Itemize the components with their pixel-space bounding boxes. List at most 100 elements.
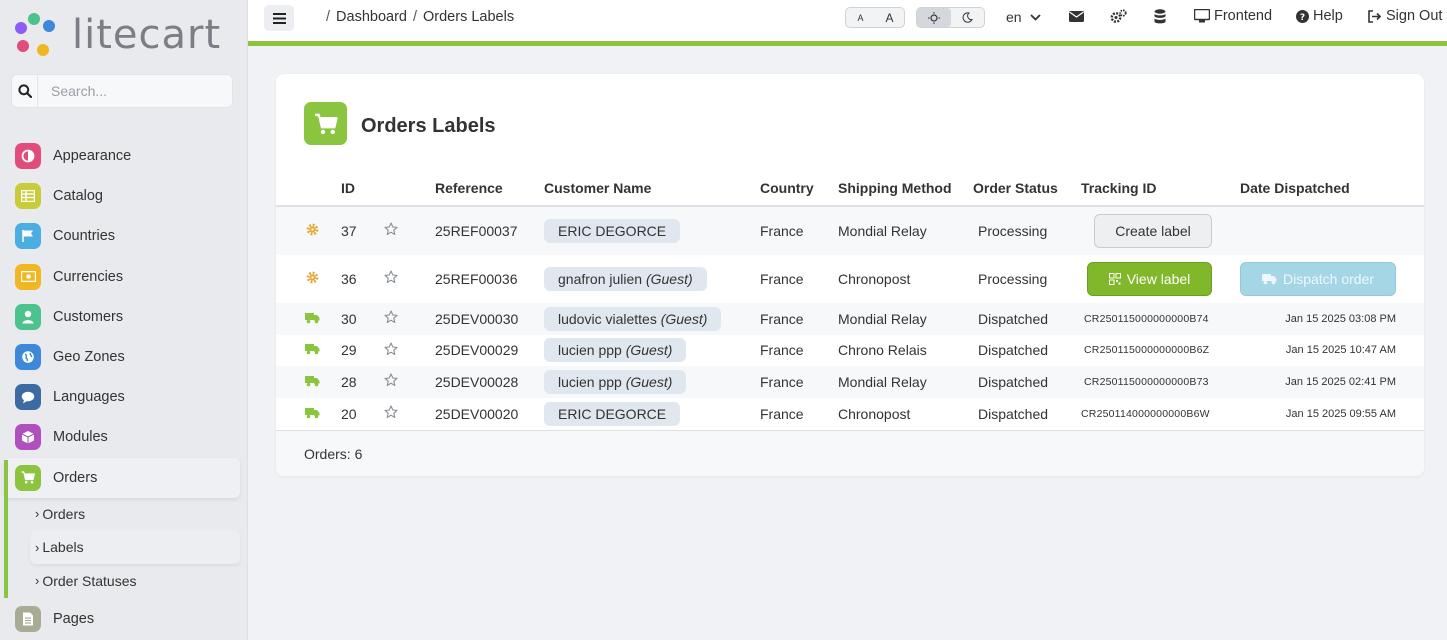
sign-out-link[interactable]: Sign Out bbox=[1368, 8, 1442, 24]
gear-icon bbox=[306, 271, 319, 284]
sidebar-item-appearance[interactable]: Appearance bbox=[0, 136, 248, 176]
sidebar-item-orders[interactable]: Orders bbox=[4, 457, 240, 498]
sidebar-item-currencies[interactable]: Currencies bbox=[0, 257, 248, 297]
catalog-icon bbox=[15, 183, 41, 210]
order-reference: 25REF00036 bbox=[435, 270, 518, 287]
money-icon bbox=[15, 263, 41, 290]
customer-name[interactable]: ludovic vialettes (Guest) bbox=[544, 306, 722, 331]
date-dispatched: Jan 15 2025 03:08 PM bbox=[1240, 303, 1424, 335]
chevron-right-icon: › bbox=[35, 573, 40, 589]
submenu-item-label: Labels bbox=[42, 539, 84, 556]
order-status: Processing bbox=[978, 270, 1048, 287]
dispatch-order-button[interactable]: Dispatch order bbox=[1240, 261, 1396, 296]
country: France bbox=[760, 206, 838, 255]
sidebar-item-modules[interactable]: Modules bbox=[0, 417, 248, 457]
order-status: Dispatched bbox=[978, 342, 1049, 359]
star-icon[interactable] bbox=[384, 222, 398, 239]
table-row[interactable]: 28 25DEV00028 lucien ppp (Guest) France … bbox=[276, 366, 1424, 398]
sidebar-item-catalog[interactable]: Catalog bbox=[0, 176, 248, 216]
tracking-id: CR250115000000000B74 bbox=[1081, 303, 1240, 335]
customer-name[interactable]: lucien ppp (Guest) bbox=[544, 369, 687, 394]
logo[interactable]: litecart bbox=[14, 12, 221, 58]
col-reference[interactable]: Reference bbox=[435, 170, 544, 207]
country: France bbox=[760, 405, 804, 422]
submenu-item-order-statuses[interactable]: › Order Statuses bbox=[30, 564, 240, 598]
order-status: Processing bbox=[973, 206, 1081, 255]
frontend-link[interactable]: Frontend bbox=[1194, 8, 1272, 24]
top-accent-line bbox=[248, 41, 1447, 46]
frontend-label: Frontend bbox=[1214, 8, 1273, 24]
sidebar-item-pages[interactable]: Pages bbox=[0, 599, 248, 639]
language-selector[interactable]: en bbox=[1006, 9, 1041, 25]
col-country[interactable]: Country bbox=[760, 170, 838, 207]
sidebar-item-languages[interactable]: Languages bbox=[0, 377, 248, 417]
language-value: en bbox=[1006, 9, 1022, 25]
col-id[interactable]: ID bbox=[341, 170, 384, 207]
help-link[interactable]: ? Help bbox=[1296, 8, 1343, 24]
sign-out-label: Sign Out bbox=[1386, 8, 1443, 24]
star-icon[interactable] bbox=[384, 405, 398, 422]
table-row[interactable]: 29 25DEV00029 lucien ppp (Guest) France … bbox=[276, 335, 1424, 367]
star-icon[interactable] bbox=[384, 373, 398, 390]
order-id: 37 bbox=[341, 206, 384, 255]
settings-cogs-icon[interactable] bbox=[1110, 9, 1127, 24]
help-label: Help bbox=[1313, 8, 1343, 24]
sidebar: litecart Appearance Catalog Countries bbox=[0, 0, 248, 640]
font-large-button[interactable]: A bbox=[875, 8, 904, 27]
star-icon[interactable] bbox=[384, 270, 398, 287]
dark-theme-button[interactable] bbox=[951, 8, 985, 27]
customer-name[interactable]: lucien ppp (Guest) bbox=[544, 338, 687, 363]
order-reference: 25DEV00029 bbox=[435, 342, 519, 359]
view-label-button[interactable]: View label bbox=[1087, 261, 1212, 296]
table-row[interactable]: 20 25DEV00020 ERIC DEGORCE France Chrono… bbox=[276, 398, 1424, 430]
customer-name[interactable]: ERIC DEGORCE bbox=[544, 218, 681, 243]
order-id: 36 bbox=[341, 270, 357, 287]
menu-toggle-button[interactable] bbox=[264, 5, 294, 31]
search-box bbox=[11, 74, 233, 108]
gear-icon bbox=[306, 223, 319, 236]
table-row[interactable]: 30 25DEV00030 ludovic vialettes (Guest) … bbox=[276, 303, 1424, 335]
create-label-button[interactable]: Create label bbox=[1094, 213, 1212, 248]
customer-name[interactable]: gnafron julien (Guest) bbox=[544, 266, 707, 291]
light-theme-button[interactable] bbox=[917, 8, 951, 27]
sidebar-item-customers[interactable]: Customers bbox=[0, 297, 248, 337]
top-bar: / Dashboard / Orders Labels A A en Front… bbox=[248, 0, 1447, 41]
col-tracking-id[interactable]: Tracking ID bbox=[1081, 170, 1240, 207]
mail-icon[interactable] bbox=[1069, 11, 1084, 22]
truck-icon bbox=[1261, 273, 1277, 285]
sidebar-item-geo-zones[interactable]: Geo Zones bbox=[0, 337, 248, 377]
country: France bbox=[760, 342, 804, 359]
customer-name[interactable]: ERIC DEGORCE bbox=[544, 401, 681, 426]
tracking-id: CR250114000000000B6W bbox=[1081, 407, 1210, 420]
sidebar-item-label: Languages bbox=[53, 389, 125, 406]
sidebar-item-label: Appearance bbox=[53, 148, 132, 165]
order-status: Dispatched bbox=[978, 405, 1049, 422]
search-icon[interactable] bbox=[12, 75, 38, 107]
order-reference: 25DEV00028 bbox=[435, 366, 544, 398]
truck-icon bbox=[305, 407, 320, 418]
date-dispatched: Jan 15 2025 09:55 AM bbox=[1285, 407, 1396, 420]
submenu-item-labels[interactable]: › Labels bbox=[30, 530, 240, 564]
database-icon[interactable] bbox=[1154, 9, 1166, 24]
submenu-item-orders[interactable]: › Orders bbox=[30, 497, 240, 531]
table-row[interactable]: 36 25REF00036 gnafron julien (Guest) Fra… bbox=[276, 255, 1424, 304]
table-footer: Orders: 6 bbox=[276, 430, 1424, 476]
chevron-right-icon: › bbox=[35, 539, 40, 555]
col-customer-name[interactable]: Customer Name bbox=[544, 170, 760, 207]
table-row[interactable]: 37 25REF00037 ERIC DEGORCE France Mondia… bbox=[276, 206, 1424, 255]
star-icon[interactable] bbox=[384, 310, 398, 327]
star-icon[interactable] bbox=[384, 342, 398, 359]
search-input[interactable] bbox=[38, 75, 232, 107]
sidebar-item-label: Currencies bbox=[53, 268, 124, 285]
globe-icon bbox=[15, 344, 41, 371]
col-date-dispatched[interactable]: Date Dispatched bbox=[1240, 170, 1424, 207]
tracking-id: CR250115000000000B6Z bbox=[1084, 344, 1210, 357]
sign-out-icon bbox=[1368, 9, 1382, 23]
user-icon bbox=[15, 303, 41, 330]
col-shipping-method[interactable]: Shipping Method bbox=[838, 170, 973, 207]
breadcrumb-dashboard[interactable]: Dashboard bbox=[336, 9, 407, 25]
col-order-status[interactable]: Order Status bbox=[973, 170, 1081, 207]
font-small-button[interactable]: A bbox=[846, 8, 875, 27]
shipping-method: Chronopost bbox=[838, 405, 911, 422]
sidebar-item-countries[interactable]: Countries bbox=[0, 216, 248, 256]
